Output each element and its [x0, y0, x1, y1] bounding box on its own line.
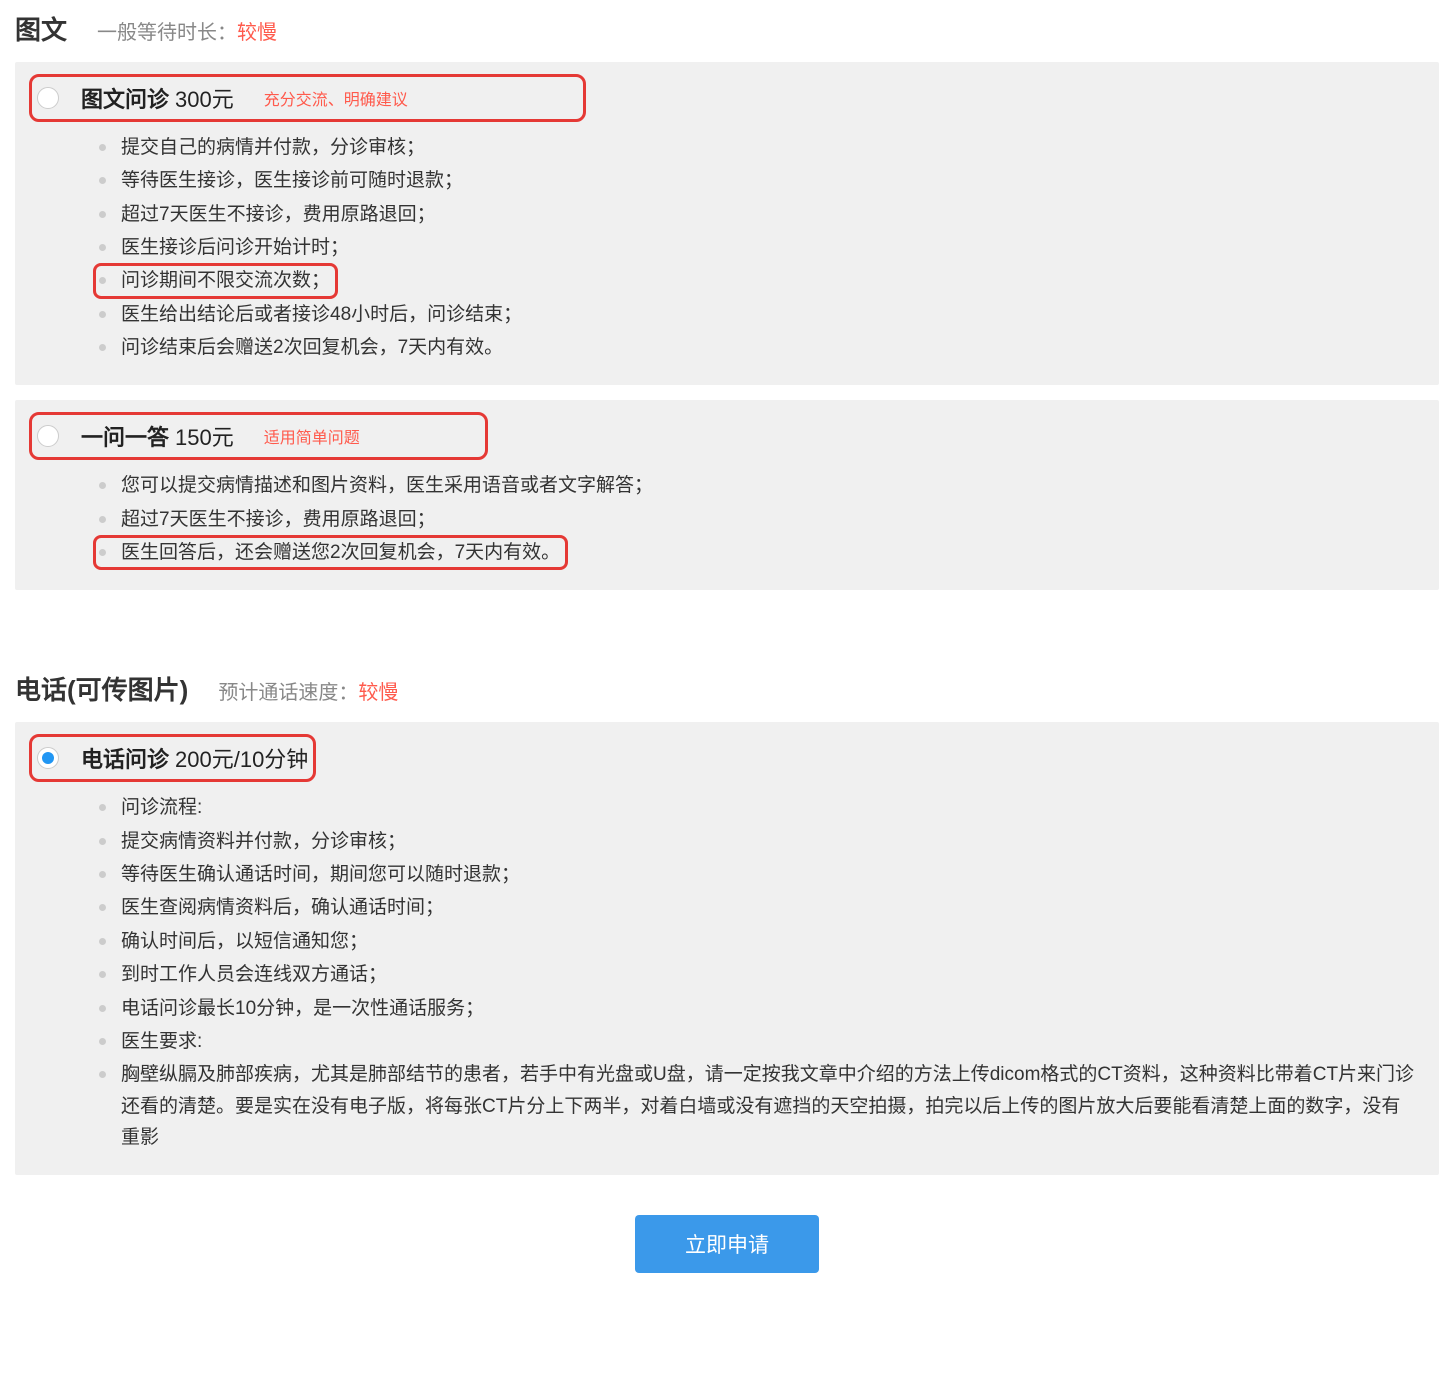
option-tag: 适用简单问题 — [264, 424, 360, 448]
section-title: 图文 — [15, 10, 67, 47]
list-item-text: 医生查阅病情资料后，确认通话时间； — [121, 892, 444, 923]
option-header[interactable]: 一问一答150元 适用简单问题 — [37, 420, 480, 452]
list-item-text: 超过7天医生不接诊，费用原路退回； — [121, 504, 436, 535]
list-item-text: 等待医生确认通话时间，期间您可以随时退款； — [121, 859, 520, 890]
radio-icon[interactable] — [37, 87, 59, 109]
list-item-text: 问诊期间不限交流次数； — [121, 265, 330, 296]
list-item-text: 胸壁纵膈及肺部疾病，尤其是肺部结节的患者，若手中有光盘或U盘，请一定按我文章中介… — [121, 1059, 1417, 1153]
option-name: 一问一答 — [81, 420, 169, 452]
section-header: 电话(可传图片) 预计通话速度：较慢 — [15, 670, 1439, 707]
section-header: 图文 一般等待时长：较慢 — [15, 10, 1439, 47]
list-item: 问诊结束后会赠送2次回复机会，7天内有效。 — [99, 332, 1417, 363]
highlight-annotation — [93, 263, 338, 298]
highlight-annotation — [93, 535, 568, 570]
section-speed: 较慢 — [358, 676, 398, 705]
list-item: 电话问诊最长10分钟，是一次性通话服务； — [99, 993, 1417, 1024]
option-name: 图文问诊 — [81, 82, 169, 114]
list-item-text: 医生回答后，还会赠送您2次回复机会，7天内有效。 — [121, 537, 560, 568]
list-item: 等待医生接诊，医生接诊前可随时退款； — [99, 165, 1417, 196]
list-item-text: 确认时间后，以短信通知您； — [121, 926, 368, 957]
option-card[interactable]: 图文问诊300元 充分交流、明确建议提交自己的病情并付款，分诊审核；等待医生接诊，… — [15, 62, 1439, 385]
option-name: 电话问诊 — [81, 742, 169, 774]
list-item-text: 等待医生接诊，医生接诊前可随时退款； — [121, 165, 463, 196]
option-price: 200元/10分钟 — [175, 742, 308, 774]
section-subtitle-label: 预计通话速度： — [218, 676, 358, 705]
list-item: 等待医生确认通话时间，期间您可以随时退款； — [99, 859, 1417, 890]
option-price: 300元 — [175, 82, 234, 114]
apply-button[interactable]: 立即申请 — [635, 1215, 819, 1273]
list-item-text: 超过7天医生不接诊，费用原路退回； — [121, 199, 436, 230]
detail-list: 提交自己的病情并付款，分诊审核；等待医生接诊，医生接诊前可随时退款；超过7天医生… — [37, 132, 1417, 363]
list-item: 提交病情资料并付款，分诊审核； — [99, 826, 1417, 857]
detail-list: 问诊流程:提交病情资料并付款，分诊审核；等待医生确认通话时间，期间您可以随时退款… — [37, 792, 1417, 1153]
list-item: 医生回答后，还会赠送您2次回复机会，7天内有效。 — [99, 537, 1417, 568]
list-item: 医生给出结论后或者接诊48小时后，问诊结束； — [99, 299, 1417, 330]
list-item-text: 医生要求: — [121, 1026, 202, 1057]
option-price: 150元 — [175, 420, 234, 452]
list-item-text: 医生接诊后问诊开始计时； — [121, 232, 349, 263]
list-item: 问诊期间不限交流次数； — [99, 265, 1417, 296]
option-header[interactable]: 电话问诊200元/10分钟 — [37, 742, 308, 774]
list-item-text: 问诊流程: — [121, 792, 202, 823]
radio-icon[interactable] — [37, 747, 59, 769]
list-item-text: 电话问诊最长10分钟，是一次性通话服务； — [121, 993, 484, 1024]
list-item: 医生接诊后问诊开始计时； — [99, 232, 1417, 263]
section-subtitle-label: 一般等待时长： — [97, 16, 237, 45]
list-item-text: 到时工作人员会连线双方通话； — [121, 959, 387, 990]
list-item: 问诊流程: — [99, 792, 1417, 823]
list-item-text: 提交自己的病情并付款，分诊审核； — [121, 132, 425, 163]
list-item: 超过7天医生不接诊，费用原路退回； — [99, 504, 1417, 535]
list-item: 到时工作人员会连线双方通话； — [99, 959, 1417, 990]
option-header[interactable]: 图文问诊300元 充分交流、明确建议 — [37, 82, 578, 114]
detail-list: 您可以提交病情描述和图片资料，医生采用语音或者文字解答；超过7天医生不接诊，费用… — [37, 470, 1417, 568]
list-item-text: 提交病情资料并付款，分诊审核； — [121, 826, 406, 857]
list-item: 胸壁纵膈及肺部疾病，尤其是肺部结节的患者，若手中有光盘或U盘，请一定按我文章中介… — [99, 1059, 1417, 1153]
list-item: 您可以提交病情描述和图片资料，医生采用语音或者文字解答； — [99, 470, 1417, 501]
list-item: 确认时间后，以短信通知您； — [99, 926, 1417, 957]
option-card[interactable]: 一问一答150元 适用简单问题您可以提交病情描述和图片资料，医生采用语音或者文字解… — [15, 400, 1439, 590]
radio-icon[interactable] — [37, 425, 59, 447]
section-title: 电话(可传图片) — [15, 670, 188, 707]
list-item-text: 问诊结束后会赠送2次回复机会，7天内有效。 — [121, 332, 503, 363]
list-item: 超过7天医生不接诊，费用原路退回； — [99, 199, 1417, 230]
list-item-text: 医生给出结论后或者接诊48小时后，问诊结束； — [121, 299, 522, 330]
option-tag: 充分交流、明确建议 — [264, 86, 408, 110]
list-item: 医生要求: — [99, 1026, 1417, 1057]
option-card[interactable]: 电话问诊200元/10分钟问诊流程:提交病情资料并付款，分诊审核；等待医生确认通… — [15, 722, 1439, 1175]
list-item: 提交自己的病情并付款，分诊审核； — [99, 132, 1417, 163]
section-speed: 较慢 — [237, 16, 277, 45]
list-item: 医生查阅病情资料后，确认通话时间； — [99, 892, 1417, 923]
list-item-text: 您可以提交病情描述和图片资料，医生采用语音或者文字解答； — [121, 470, 653, 501]
